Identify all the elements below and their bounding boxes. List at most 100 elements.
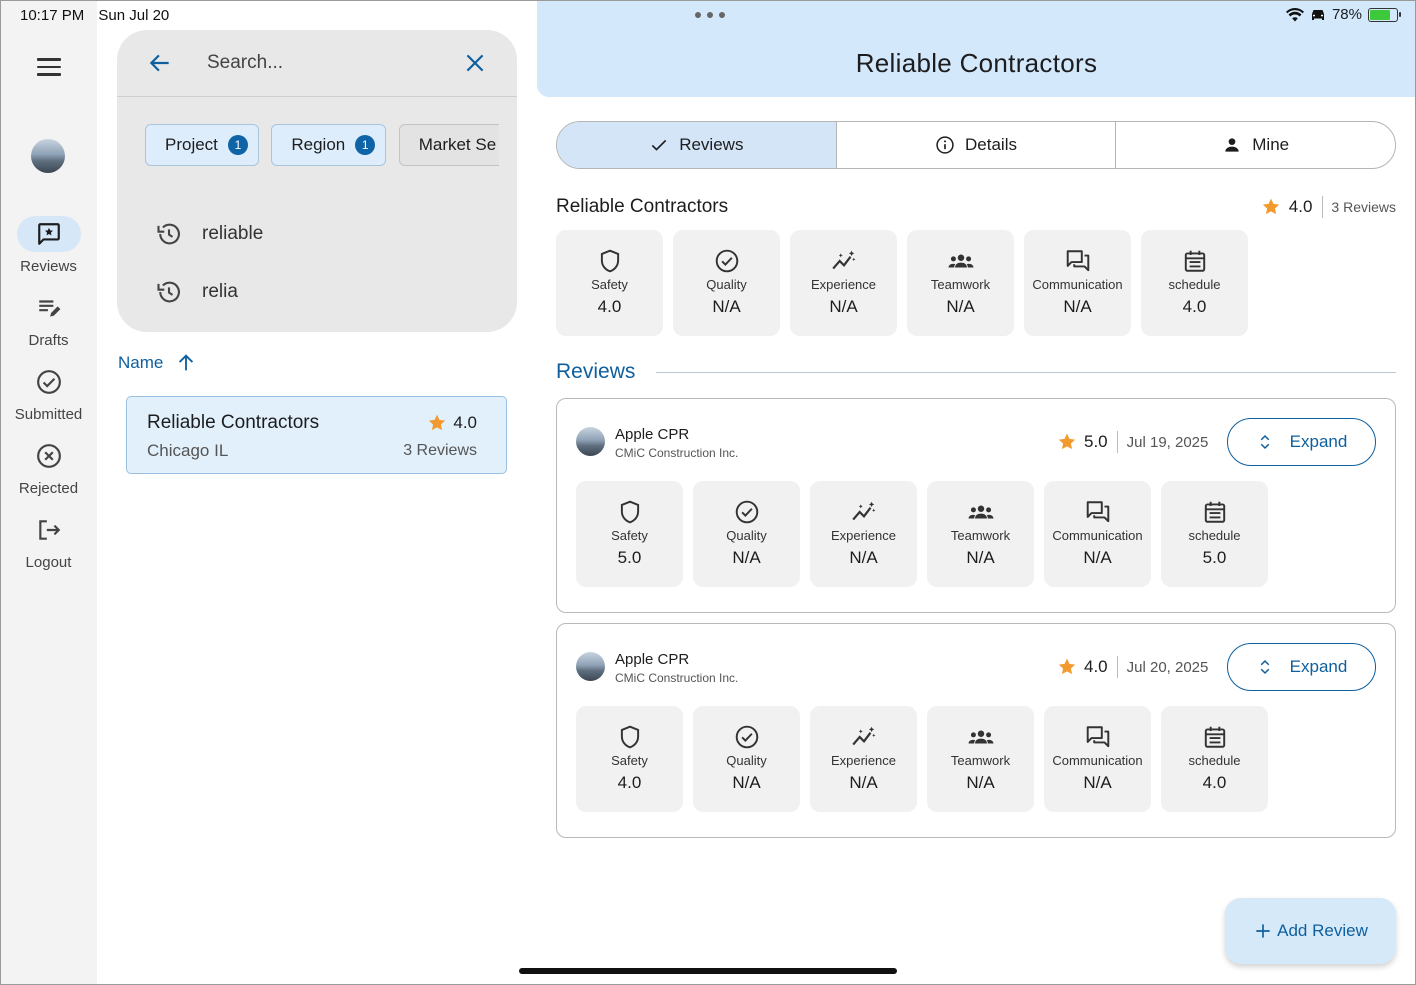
experience-icon — [831, 250, 855, 270]
tab-label: Details — [965, 135, 1017, 154]
metric-safety: Safety 4.0 — [576, 706, 683, 812]
metric-label: Experience — [810, 277, 877, 292]
metric-schedule: schedule 4.0 — [1161, 706, 1268, 812]
avatar[interactable] — [31, 139, 65, 173]
calendar-icon — [1204, 726, 1225, 748]
rail-item-logout[interactable]: Logout — [0, 512, 97, 571]
history-icon — [157, 223, 180, 245]
metric-value: 4.0 — [1182, 297, 1207, 316]
search-input[interactable] — [207, 48, 447, 78]
metric-label: Teamwork — [950, 528, 1011, 543]
metric-label: Quality — [726, 528, 767, 543]
metric-label: Experience — [830, 753, 897, 768]
tab-mine[interactable]: Mine — [1116, 122, 1395, 168]
metric-experience: Experience N/A — [790, 230, 897, 336]
metric-label: Communication — [1052, 753, 1143, 768]
menu-icon[interactable] — [37, 58, 61, 78]
expand-button[interactable]: Expand — [1227, 643, 1376, 691]
chip-project[interactable]: Project 1 — [145, 124, 259, 166]
status-bar-left: 10:17 PM Sun Jul 20 — [20, 7, 179, 24]
divider — [656, 372, 1396, 373]
recent-search-item[interactable]: relia — [155, 277, 238, 307]
add-review-button[interactable]: Add Review — [1225, 898, 1396, 964]
battery-icon — [1368, 7, 1401, 22]
recent-search-label: relia — [202, 281, 238, 302]
rail-item-rejected[interactable]: Rejected — [0, 438, 97, 497]
review-date: Jul 19, 2025 — [1126, 433, 1209, 451]
metric-label: Communication — [1032, 277, 1123, 292]
metric-label: Teamwork — [950, 753, 1011, 768]
experience-icon — [851, 726, 875, 746]
star-icon — [1262, 198, 1279, 215]
recent-search-item[interactable]: reliable — [155, 219, 263, 249]
group-icon — [968, 730, 993, 744]
avatar — [576, 427, 605, 456]
metric-communication: Communication N/A — [1044, 706, 1151, 812]
calendar-icon — [1184, 250, 1205, 272]
metric-value: 4.0 — [1202, 773, 1227, 792]
tab-label: Reviews — [679, 135, 744, 154]
metric-value: N/A — [732, 548, 761, 567]
add-review-label: Add Review — [1277, 921, 1368, 940]
chip-label: Project — [165, 135, 218, 154]
shield-icon — [620, 500, 639, 524]
metric-value: N/A — [966, 773, 995, 792]
sort-by-name[interactable]: Name — [118, 352, 197, 374]
rail-item-drafts[interactable]: Drafts — [0, 290, 97, 349]
battery-percent: 78% — [1331, 6, 1362, 23]
x-circle-icon — [36, 444, 61, 468]
tab-details[interactable]: Details — [837, 122, 1117, 168]
summary-review-count: 3 Reviews — [1331, 199, 1396, 215]
expand-button[interactable]: Expand — [1227, 418, 1376, 466]
home-indicator[interactable] — [519, 968, 897, 974]
chip-region[interactable]: Region 1 — [271, 124, 387, 166]
star-icon — [1058, 658, 1076, 675]
plus-icon — [1256, 924, 1270, 938]
divider — [1322, 196, 1324, 218]
metric-label: schedule — [1188, 528, 1241, 543]
summary-rating: 4.0 3 Reviews — [1261, 196, 1396, 218]
filter-chips: Project 1 Region 1 Market Se — [145, 124, 499, 168]
metric-schedule: schedule 4.0 — [1141, 230, 1248, 336]
metric-experience: Experience N/A — [810, 706, 917, 812]
back-arrow-icon[interactable] — [147, 50, 173, 76]
metric-safety: Safety 5.0 — [576, 481, 683, 587]
chip-market-sector[interactable]: Market Se — [398, 124, 499, 166]
metric-label: Communication — [1052, 528, 1143, 543]
metric-label: Quality — [706, 277, 747, 292]
segmented-tabs: Reviews Details Mine — [556, 121, 1396, 169]
chip-label: Region — [291, 135, 346, 154]
person-icon — [1225, 138, 1239, 152]
contractor-location: Chicago IL — [147, 441, 229, 460]
close-icon[interactable] — [462, 50, 488, 76]
metric-label: Safety — [611, 753, 648, 768]
review-card: Apple CPR CMiC Construction Inc. 4.0 Jul… — [556, 623, 1396, 838]
rail-item-submitted[interactable]: Submitted — [0, 364, 97, 423]
metric-value: N/A — [1083, 548, 1112, 567]
metric-value: N/A — [849, 548, 878, 567]
review-card: Apple CPR CMiC Construction Inc. 5.0 Jul… — [556, 398, 1396, 613]
review-date: Jul 20, 2025 — [1126, 658, 1209, 676]
avatar — [576, 652, 605, 681]
info-icon — [936, 136, 954, 154]
review-rating-value: 5.0 — [1084, 432, 1108, 451]
car-icon — [1311, 9, 1324, 20]
metric-label: Experience — [830, 528, 897, 543]
search-panel: Project 1 Region 1 Market Se reliable reli… — [117, 30, 517, 332]
reviewer-company: CMiC Construction Inc. — [615, 446, 739, 460]
recent-search-label: reliable — [202, 223, 264, 244]
metric-value: 5.0 — [1202, 548, 1227, 567]
metric-value: 4.0 — [617, 773, 642, 792]
tab-reviews[interactable]: Reviews — [557, 122, 837, 168]
star-icon — [1058, 433, 1076, 450]
metric-quality: Quality N/A — [693, 481, 800, 587]
rail-item-reviews[interactable]: Reviews — [0, 216, 97, 275]
experience-icon — [851, 501, 875, 521]
metric-value: N/A — [829, 297, 858, 316]
chat-icon — [1086, 501, 1109, 523]
metric-safety: Safety 4.0 — [556, 230, 663, 336]
more-dots-icon[interactable] — [695, 12, 725, 18]
unfold-more-icon — [1260, 659, 1269, 675]
shield-icon — [600, 249, 619, 273]
contractor-list-item[interactable]: Reliable Contractors Chicago IL 4.0 3 Re… — [126, 396, 507, 474]
